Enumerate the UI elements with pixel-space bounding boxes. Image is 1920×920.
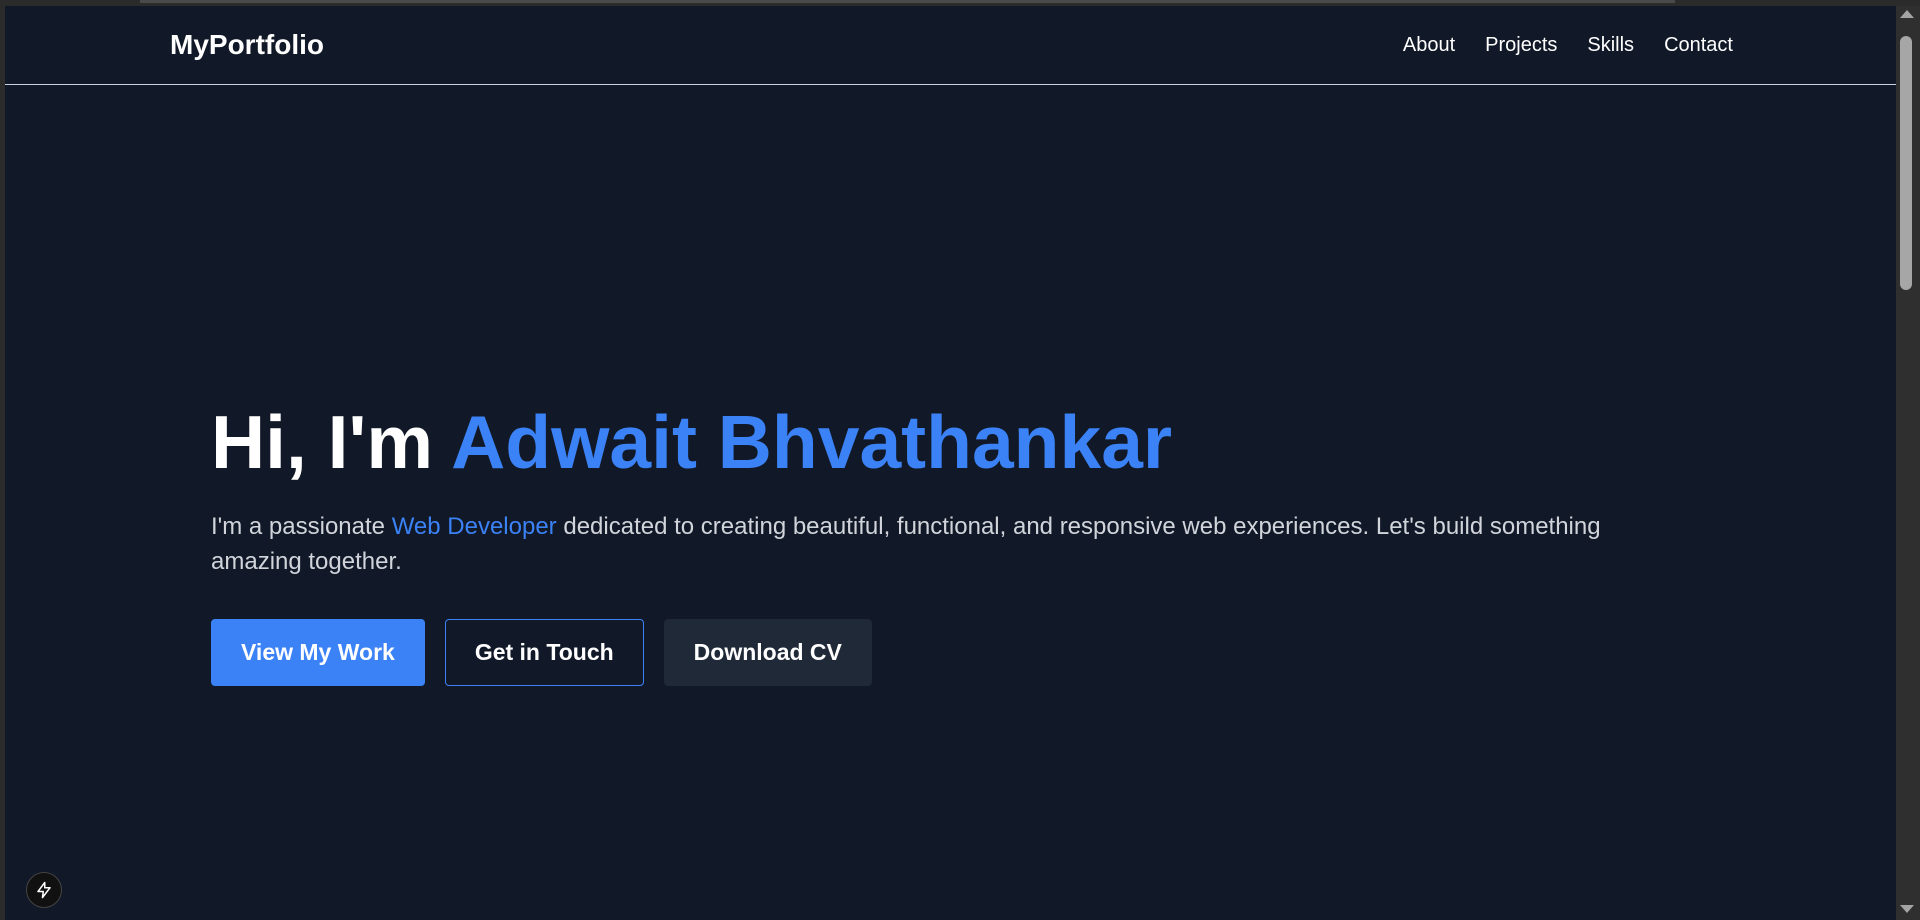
hero-title-name: Adwait Bhvathankar [451,400,1173,484]
nav-link-about[interactable]: About [1403,34,1455,57]
scroll-up-arrow-icon[interactable] [1900,10,1914,18]
hero-title-prefix: Hi, I'm [211,400,452,484]
nav-link-contact[interactable]: Contact [1664,34,1733,57]
top-edge-bar [140,0,1675,3]
hero-desc-highlight: Web Developer [391,512,557,540]
view-my-work-button[interactable]: View My Work [211,618,425,686]
download-cv-button[interactable]: Download CV [663,618,872,686]
lightning-badge-button[interactable] [26,872,62,908]
hero-title: Hi, I'm Adwait Bhvathankar [211,401,1711,484]
hero-section: Hi, I'm Adwait Bhvathankar I'm a passion… [211,401,1711,686]
page-viewport: MyPortfolio About Projects Skills Contac… [5,6,1896,920]
hero-description: I'm a passionate Web Developer dedicated… [211,509,1671,579]
hero-desc-before: I'm a passionate [211,512,392,540]
nav-link-projects[interactable]: Projects [1485,34,1557,57]
hero-buttons: View My Work Get in Touch Download CV [211,618,1711,686]
nav-links: About Projects Skills Contact [1403,34,1733,57]
browser-window: MyPortfolio About Projects Skills Contac… [0,0,1920,920]
site-logo[interactable]: MyPortfolio [170,29,324,61]
navbar: MyPortfolio About Projects Skills Contac… [5,6,1896,85]
lightning-icon [37,881,51,899]
scroll-down-arrow-icon[interactable] [1900,905,1914,913]
get-in-touch-button[interactable]: Get in Touch [444,618,644,686]
scrollbar-thumb[interactable] [1900,36,1912,290]
nav-link-skills[interactable]: Skills [1587,34,1634,57]
